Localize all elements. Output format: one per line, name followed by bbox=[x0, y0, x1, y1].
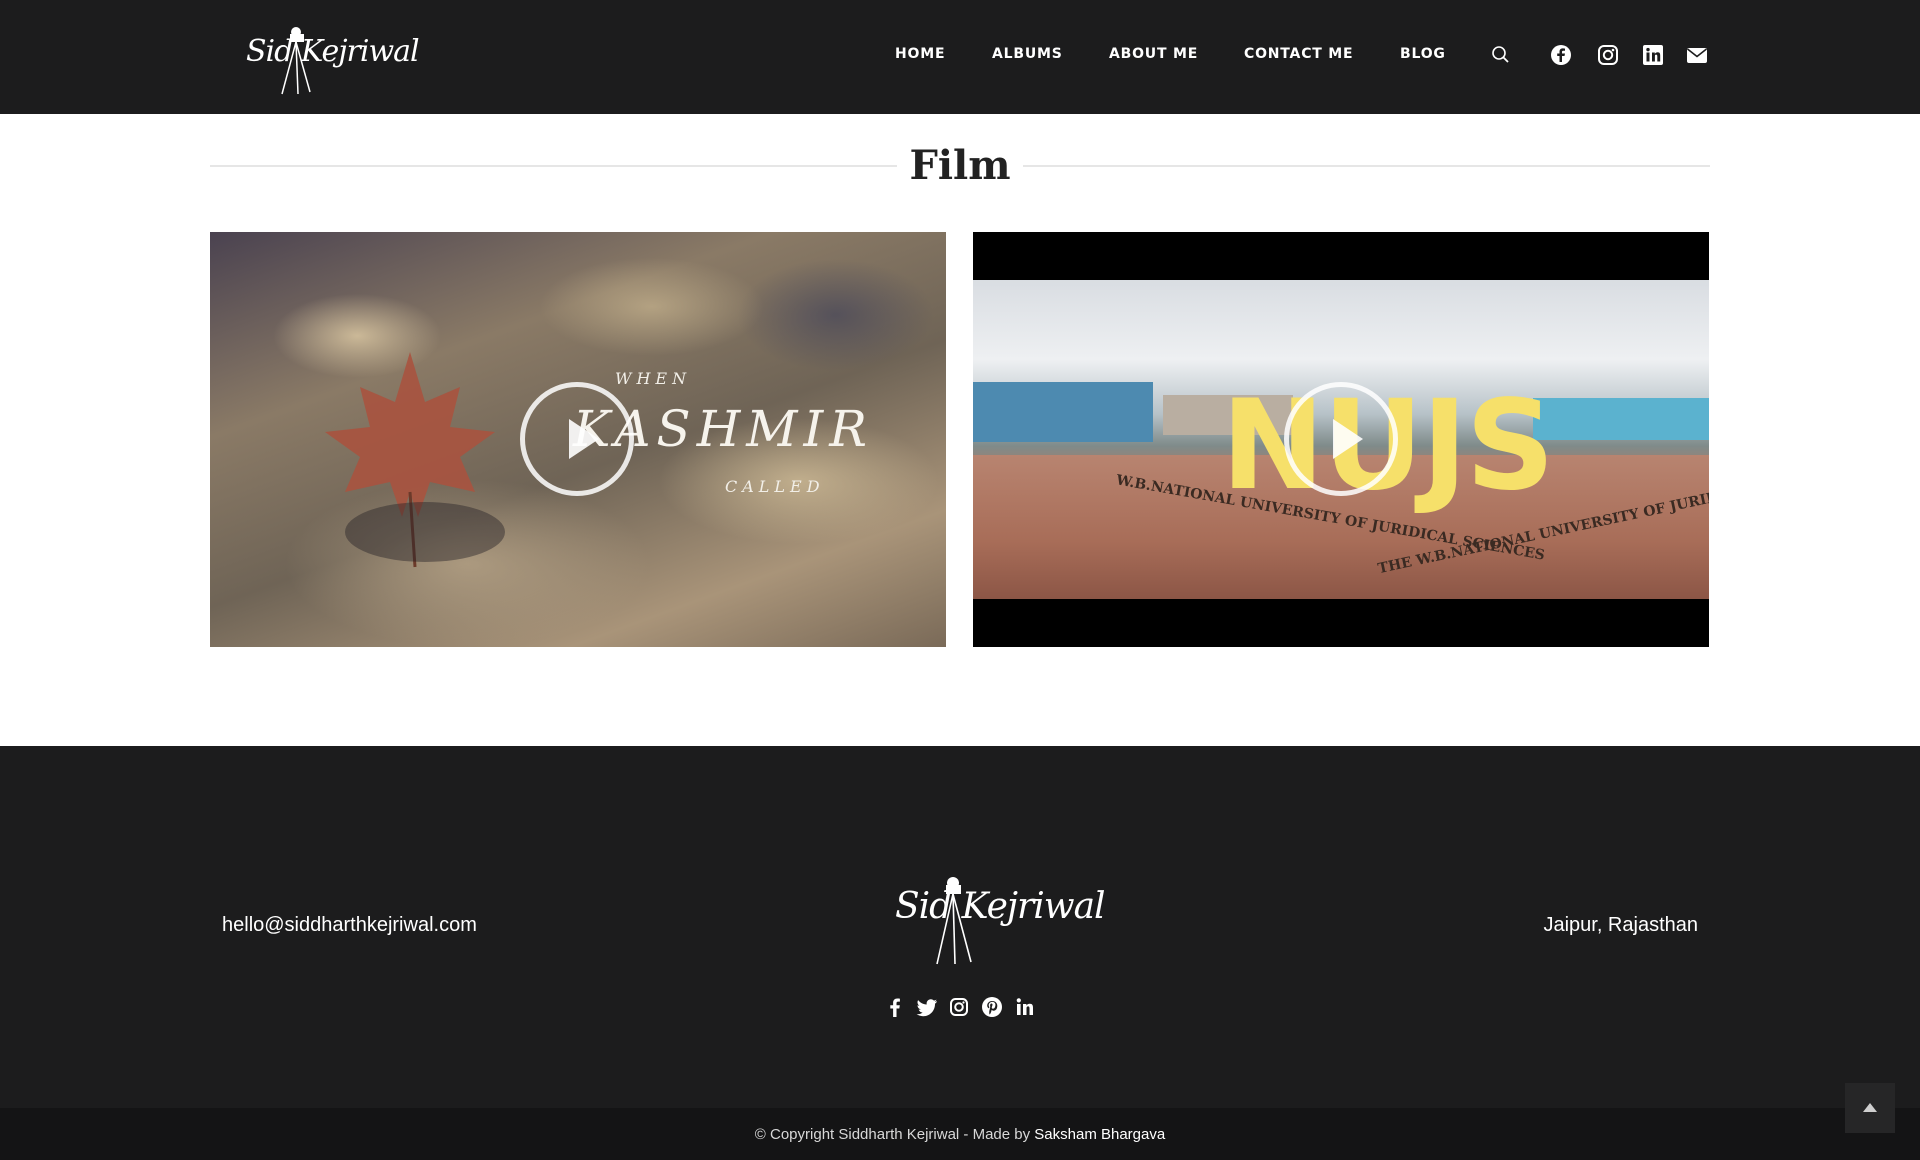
scroll-to-top-button[interactable] bbox=[1845, 1083, 1895, 1133]
linkedin-icon[interactable] bbox=[1642, 44, 1664, 66]
copyright-bar: © Copyright Siddharth Kejriwal - Made by… bbox=[0, 1108, 1920, 1160]
video-nujs[interactable]: W.B.NATIONAL UNIVERSITY OF JURIDICAL SCI… bbox=[973, 232, 1709, 647]
facebook-icon[interactable] bbox=[884, 996, 906, 1018]
video-kashmir[interactable]: WHEN KASHMIR CALLED bbox=[210, 232, 946, 647]
logo-text: Sid Kejriwal bbox=[246, 34, 420, 69]
nav-albums[interactable]: ALBUMS bbox=[992, 46, 1063, 62]
building-left bbox=[973, 382, 1153, 442]
search-icon[interactable] bbox=[1490, 44, 1512, 66]
site-footer: hello@siddharthkejriwal.com Jaipur, Raja… bbox=[0, 746, 1920, 1108]
instagram-icon[interactable] bbox=[1597, 44, 1619, 66]
site-logo[interactable]: Sid Kejriwal bbox=[246, 24, 420, 96]
building-right bbox=[1533, 398, 1709, 440]
overlay-called: CALLED bbox=[725, 477, 825, 496]
copyright-label: © Copyright Siddharth Kejriwal - Made by bbox=[754, 1126, 1035, 1143]
footer-location: Jaipur, Rajasthan bbox=[1543, 914, 1698, 936]
page-title: Film bbox=[210, 140, 1710, 192]
nav-contact-me[interactable]: CONTACT ME bbox=[1244, 46, 1353, 62]
twitter-icon[interactable] bbox=[916, 996, 938, 1018]
play-button[interactable] bbox=[520, 382, 634, 496]
section-heading: Film bbox=[210, 140, 1710, 192]
instagram-icon[interactable] bbox=[948, 996, 970, 1018]
play-button[interactable] bbox=[1284, 382, 1398, 496]
maple-leaf-image bbox=[325, 352, 505, 568]
site-header: Sid Kejriwal HOME ALBUMS ABOUT ME CONTAC… bbox=[0, 0, 1920, 114]
facebook-icon[interactable] bbox=[1550, 44, 1572, 66]
nav-blog[interactable]: BLOG bbox=[1400, 46, 1446, 62]
footer-logo[interactable]: Sid Kejriwal bbox=[895, 874, 1106, 966]
footer-email[interactable]: hello@siddharthkejriwal.com bbox=[222, 914, 477, 937]
copyright-text: © Copyright Siddharth Kejriwal - Made by… bbox=[0, 1126, 1920, 1143]
footer-logo-text: Sid Kejriwal bbox=[895, 886, 1106, 927]
nav-home[interactable]: HOME bbox=[895, 46, 945, 62]
linkedin-icon[interactable] bbox=[1014, 996, 1036, 1018]
envelope-icon[interactable] bbox=[1686, 44, 1708, 66]
author-link[interactable]: Saksham Bhargava bbox=[1034, 1126, 1165, 1143]
nav-about-me[interactable]: ABOUT ME bbox=[1109, 46, 1198, 62]
overlay-when: WHEN bbox=[615, 369, 692, 388]
pinterest-icon[interactable] bbox=[981, 996, 1003, 1018]
